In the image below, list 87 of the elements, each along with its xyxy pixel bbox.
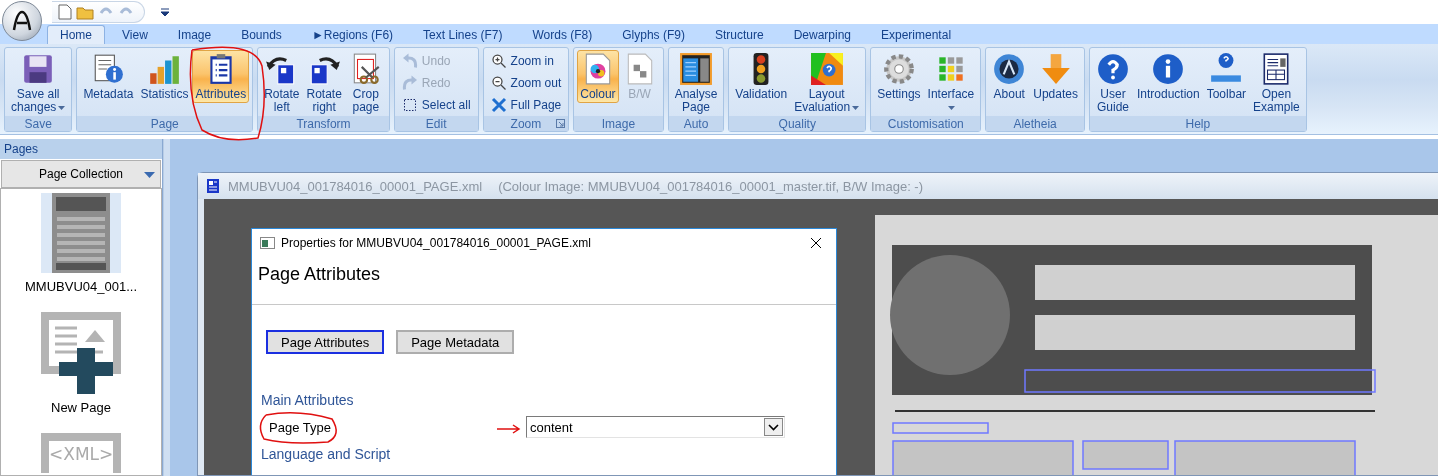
ribbon-button[interactable]: Updates: [1030, 50, 1081, 103]
group-label: Zoom: [510, 117, 542, 131]
document-icon: [206, 178, 220, 194]
ribbon-button[interactable]: Zoom out: [486, 72, 566, 94]
undo-icon: [401, 53, 418, 69]
image-info: (Colour Image: MMUBVU04_001784016_00001_master.tif, B/W Image: -): [498, 178, 923, 194]
page-label: New Page: [51, 400, 111, 415]
collection-dropdown[interactable]: Page Collection: [1, 160, 161, 188]
group-label: Customisation: [887, 117, 964, 131]
dialog-tab[interactable]: Page Metadata: [396, 330, 515, 354]
select-all-icon: [401, 97, 418, 113]
ribbon-button[interactable]: Select all: [397, 94, 475, 116]
group-label: Help: [1185, 117, 1211, 131]
ribbon-button[interactable]: Save all changes: [8, 50, 69, 116]
question-tile-icon: [809, 52, 844, 86]
ribbon-button[interactable]: Statistics: [137, 50, 192, 103]
ribbon-tab[interactable]: Bounds: [228, 25, 295, 44]
ribbon-button[interactable]: Interface: [924, 50, 978, 116]
dialog-tab[interactable]: Page Attributes: [266, 330, 385, 354]
folder-icon[interactable]: [76, 4, 94, 20]
dialog-launcher-icon[interactable]: [556, 119, 566, 128]
info-icon: [1151, 52, 1186, 86]
page-thumbnail[interactable]: [41, 193, 121, 273]
ribbon-tab[interactable]: Structure: [701, 25, 777, 44]
group-label: Page: [150, 117, 179, 131]
ribbon-button[interactable]: Layout Evaluation: [791, 50, 863, 116]
ribbon-tab[interactable]: Image: [164, 25, 225, 44]
zoom-in-icon: [490, 53, 507, 69]
group-label: Edit: [425, 117, 447, 131]
page-label: MMUBVU04_001...: [25, 279, 137, 294]
close-icon: [810, 236, 822, 249]
ribbon-button[interactable]: About: [989, 50, 1030, 103]
panel-title: Pages: [0, 139, 162, 159]
ribbon-tab[interactable]: Words (F8): [519, 25, 606, 44]
page-type-select[interactable]: content: [526, 416, 785, 438]
caret-icon: [144, 172, 155, 178]
ribbon-tab[interactable]: Experimental: [868, 25, 965, 44]
ribbon-button[interactable]: Full Page: [486, 94, 566, 116]
ribbon-button[interactable]: Introduction: [1133, 50, 1203, 103]
field-label: Page Type: [269, 419, 331, 435]
fit-page-icon: [490, 97, 507, 113]
ribbon-tab[interactable]: Text Lines (F7): [410, 25, 516, 44]
ribbon-button[interactable]: Settings: [874, 50, 924, 103]
new-document-icon[interactable]: [58, 4, 72, 20]
ribbon-button[interactable]: User Guide: [1092, 50, 1133, 116]
customize-caret-icon[interactable]: [161, 8, 169, 16]
ribbon-button[interactable]: Crop page: [345, 50, 386, 116]
ribbon-button[interactable]: Attributes: [192, 50, 250, 103]
logo-badge-icon: [992, 52, 1027, 86]
section-heading: Language and Script: [260, 446, 392, 464]
group-label: Transform: [296, 117, 351, 131]
ribbon-button[interactable]: Zoom in: [486, 50, 566, 72]
document-title: MMUBVU04_001784016_00001_PAGE.xml: [228, 178, 483, 194]
caret-icon: [852, 105, 860, 110]
new-page-icon[interactable]: [41, 312, 121, 394]
help-icon: [1095, 52, 1130, 86]
group-label: Image: [601, 117, 636, 131]
window-icon: [260, 236, 275, 249]
ribbon-tab[interactable]: ►Regions (F6): [298, 25, 407, 44]
ribbon-tab[interactable]: Home: [47, 25, 105, 44]
annotation-arrow: [497, 423, 521, 434]
ribbon-button[interactable]: Toolbar: [1203, 50, 1250, 103]
app-logo-icon[interactable]: [2, 1, 42, 41]
caret-icon: [948, 105, 956, 110]
group-label: Save: [24, 117, 52, 131]
group-label: Quality: [778, 117, 816, 131]
settings-icon: [881, 52, 916, 86]
redo-icon: [401, 75, 418, 91]
ribbon-button[interactable]: Rotate right: [303, 50, 345, 116]
ribbon-tab[interactable]: Glyphs (F9): [609, 25, 698, 44]
ribbon-button[interactable]: Analyse Page: [671, 50, 721, 116]
dialog-title: Properties for MMUBVU04_001784016_00001_PAGE.xml: [281, 235, 591, 250]
group-label: Aletheia: [1013, 117, 1057, 131]
group-label: Auto: [683, 117, 709, 131]
chevron-down-icon: [768, 423, 779, 431]
ribbon-button[interactable]: Rotate left: [261, 50, 303, 116]
zoom-out-icon: [490, 75, 507, 91]
ribbon-tab[interactable]: Dewarping: [780, 25, 864, 44]
ribbon-button[interactable]: Open Example: [1250, 50, 1303, 116]
ribbon-button[interactable]: Colour: [577, 50, 619, 103]
ribbon-button[interactable]: Metadata: [80, 50, 137, 103]
window-layout-icon: [678, 52, 713, 86]
ribbon-tab[interactable]: View: [109, 25, 161, 44]
dialog-heading: Page Attributes: [257, 263, 382, 286]
section-heading: Main Attributes: [260, 392, 355, 410]
caret-icon: [58, 105, 66, 110]
ribbon-button[interactable]: Validation: [732, 50, 791, 103]
